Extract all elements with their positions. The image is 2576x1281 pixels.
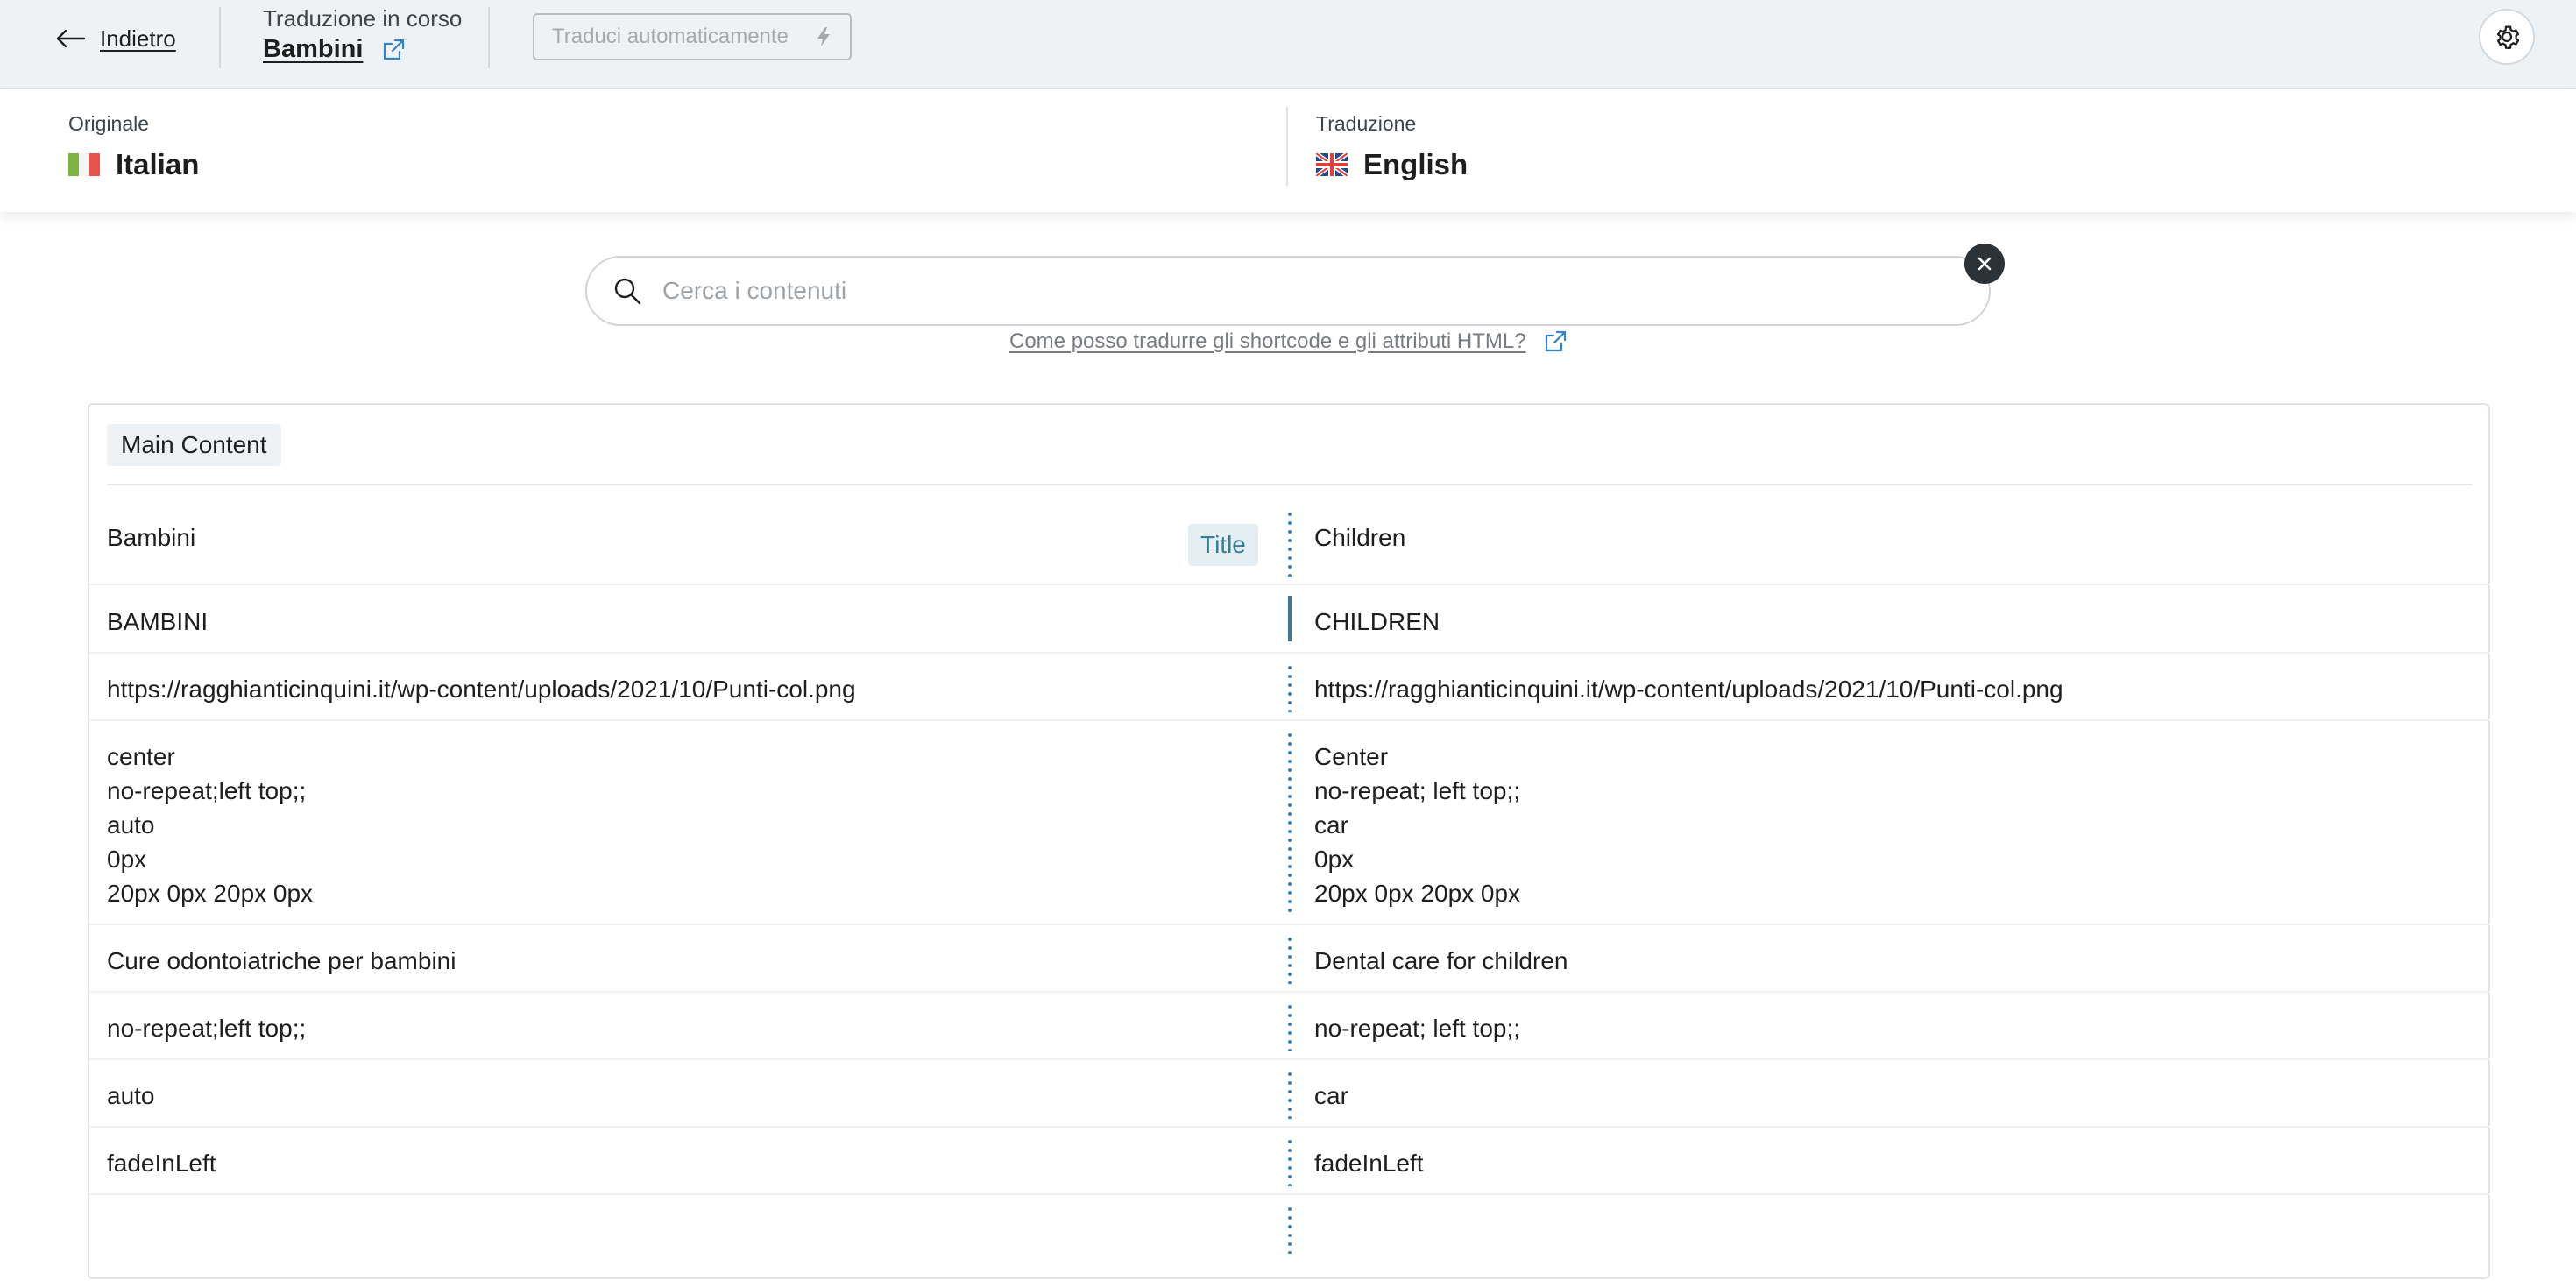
section-divider (107, 484, 2473, 485)
gear-icon (2496, 25, 2520, 49)
source-text: https://ragghianticinquini.it/wp-content… (107, 676, 856, 703)
translation-language: Traduzione English (1316, 112, 1468, 181)
source-text: center no-repeat;left top;; auto 0px 20p… (107, 743, 314, 907)
translation-row: no-repeat;left top;; no-repeat; left top… (89, 1002, 2490, 1079)
lightning-icon (817, 27, 830, 46)
row-divider (89, 924, 2490, 925)
row-divider (89, 1126, 2490, 1128)
source-text: no-repeat;left top;; (107, 1015, 307, 1042)
source-text: Bambini (107, 524, 196, 551)
translation-row: Cure odontoiatriche per bambini Dental c… (89, 935, 2490, 1011)
back-button[interactable]: Indietro (54, 21, 176, 56)
translation-row (89, 1205, 2490, 1281)
top-bar: Indietro Traduzione in corso Bambini Tra… (0, 0, 2576, 89)
divider (488, 7, 490, 68)
translation-text[interactable]: Dental care for children (1314, 944, 2453, 978)
translation-text[interactable]: Center no-repeat; left top;; car 0px 20p… (1314, 740, 2453, 910)
translation-text[interactable]: fadeInLeft (1314, 1146, 2453, 1180)
original-language-name: Italian (116, 148, 200, 180)
translation-text[interactable]: https://ragghianticinquini.it/wp-content… (1314, 672, 2453, 706)
language-header: Originale Italian Traduzione English (0, 91, 2576, 212)
search-input[interactable] (662, 265, 1989, 317)
help-link-label: Come posso tradurre gli shortcode e gli … (1009, 329, 1526, 353)
auto-translate-button[interactable]: Traduci automaticamente (533, 13, 852, 60)
translation-row: auto car (89, 1070, 2490, 1146)
translation-language-name: English (1363, 148, 1468, 180)
italy-flag-icon (68, 153, 100, 176)
section-label: Main Content (107, 424, 281, 466)
row-status-bar (1288, 731, 1292, 917)
row-divider (89, 991, 2490, 993)
main-content-card: Main Content Bambini Title Children BAMB… (88, 403, 2490, 1279)
original-caption: Originale (68, 112, 150, 135)
row-status-bar (1288, 663, 1292, 712)
source-text: BAMBINI (107, 608, 209, 635)
row-divider (89, 1193, 2490, 1195)
translation-text[interactable]: car (1314, 1079, 2453, 1113)
translation-row: fadeInLeft fadeInLeft (89, 1137, 2490, 1214)
row-status-bar (1288, 1137, 1292, 1186)
source-text: auto (107, 1082, 155, 1109)
language-divider (1286, 107, 1288, 186)
field-type-badge: Title (1188, 524, 1258, 566)
translation-text[interactable]: CHILDREN (1314, 605, 2453, 639)
row-status-bar (1288, 1205, 1292, 1254)
clear-search-button[interactable] (1964, 244, 2005, 284)
settings-button[interactable] (2479, 9, 2535, 65)
translation-row: https://ragghianticinquini.it/wp-content… (89, 663, 2490, 740)
external-link-icon (1545, 330, 1566, 352)
translation-row-active: BAMBINI CHILDREN (89, 596, 2490, 672)
translation-status: Traduzione in corso (263, 5, 463, 32)
divider (219, 7, 221, 68)
post-title-link[interactable]: Bambini (263, 35, 363, 64)
translation-row: Bambini Title Children (89, 510, 2490, 605)
close-icon (1978, 257, 1992, 271)
row-status-bar (1288, 596, 1292, 641)
search-bar (585, 256, 1991, 326)
external-link-icon[interactable] (382, 39, 405, 61)
source-text: Cure odontoiatriche per bambini (107, 947, 456, 974)
arrow-left-icon (56, 29, 86, 48)
translation-text[interactable]: Children (1314, 520, 2453, 555)
row-divider (89, 1058, 2490, 1060)
back-label: Indietro (100, 25, 176, 52)
row-divider (89, 719, 2490, 721)
row-divider (89, 584, 2490, 585)
post-title-row: Bambini (263, 35, 405, 64)
source-text: fadeInLeft (107, 1150, 216, 1177)
row-status-bar (1288, 935, 1292, 984)
original-language: Originale Italian (68, 112, 199, 181)
search-icon (614, 278, 641, 305)
uk-flag-icon (1316, 153, 1348, 176)
row-status-bar (1288, 1070, 1292, 1119)
row-status-bar (1288, 1002, 1292, 1051)
row-divider (89, 652, 2490, 654)
shortcode-help-link[interactable]: Come posso tradurre gli shortcode e gli … (1009, 329, 1567, 354)
translation-row: center no-repeat;left top;; auto 0px 20p… (89, 731, 2490, 944)
auto-translate-label: Traduci automaticamente (552, 25, 789, 48)
translation-caption: Traduzione (1316, 112, 1417, 135)
translation-text[interactable]: no-repeat; left top;; (1314, 1011, 2453, 1045)
row-status-bar (1288, 510, 1292, 577)
